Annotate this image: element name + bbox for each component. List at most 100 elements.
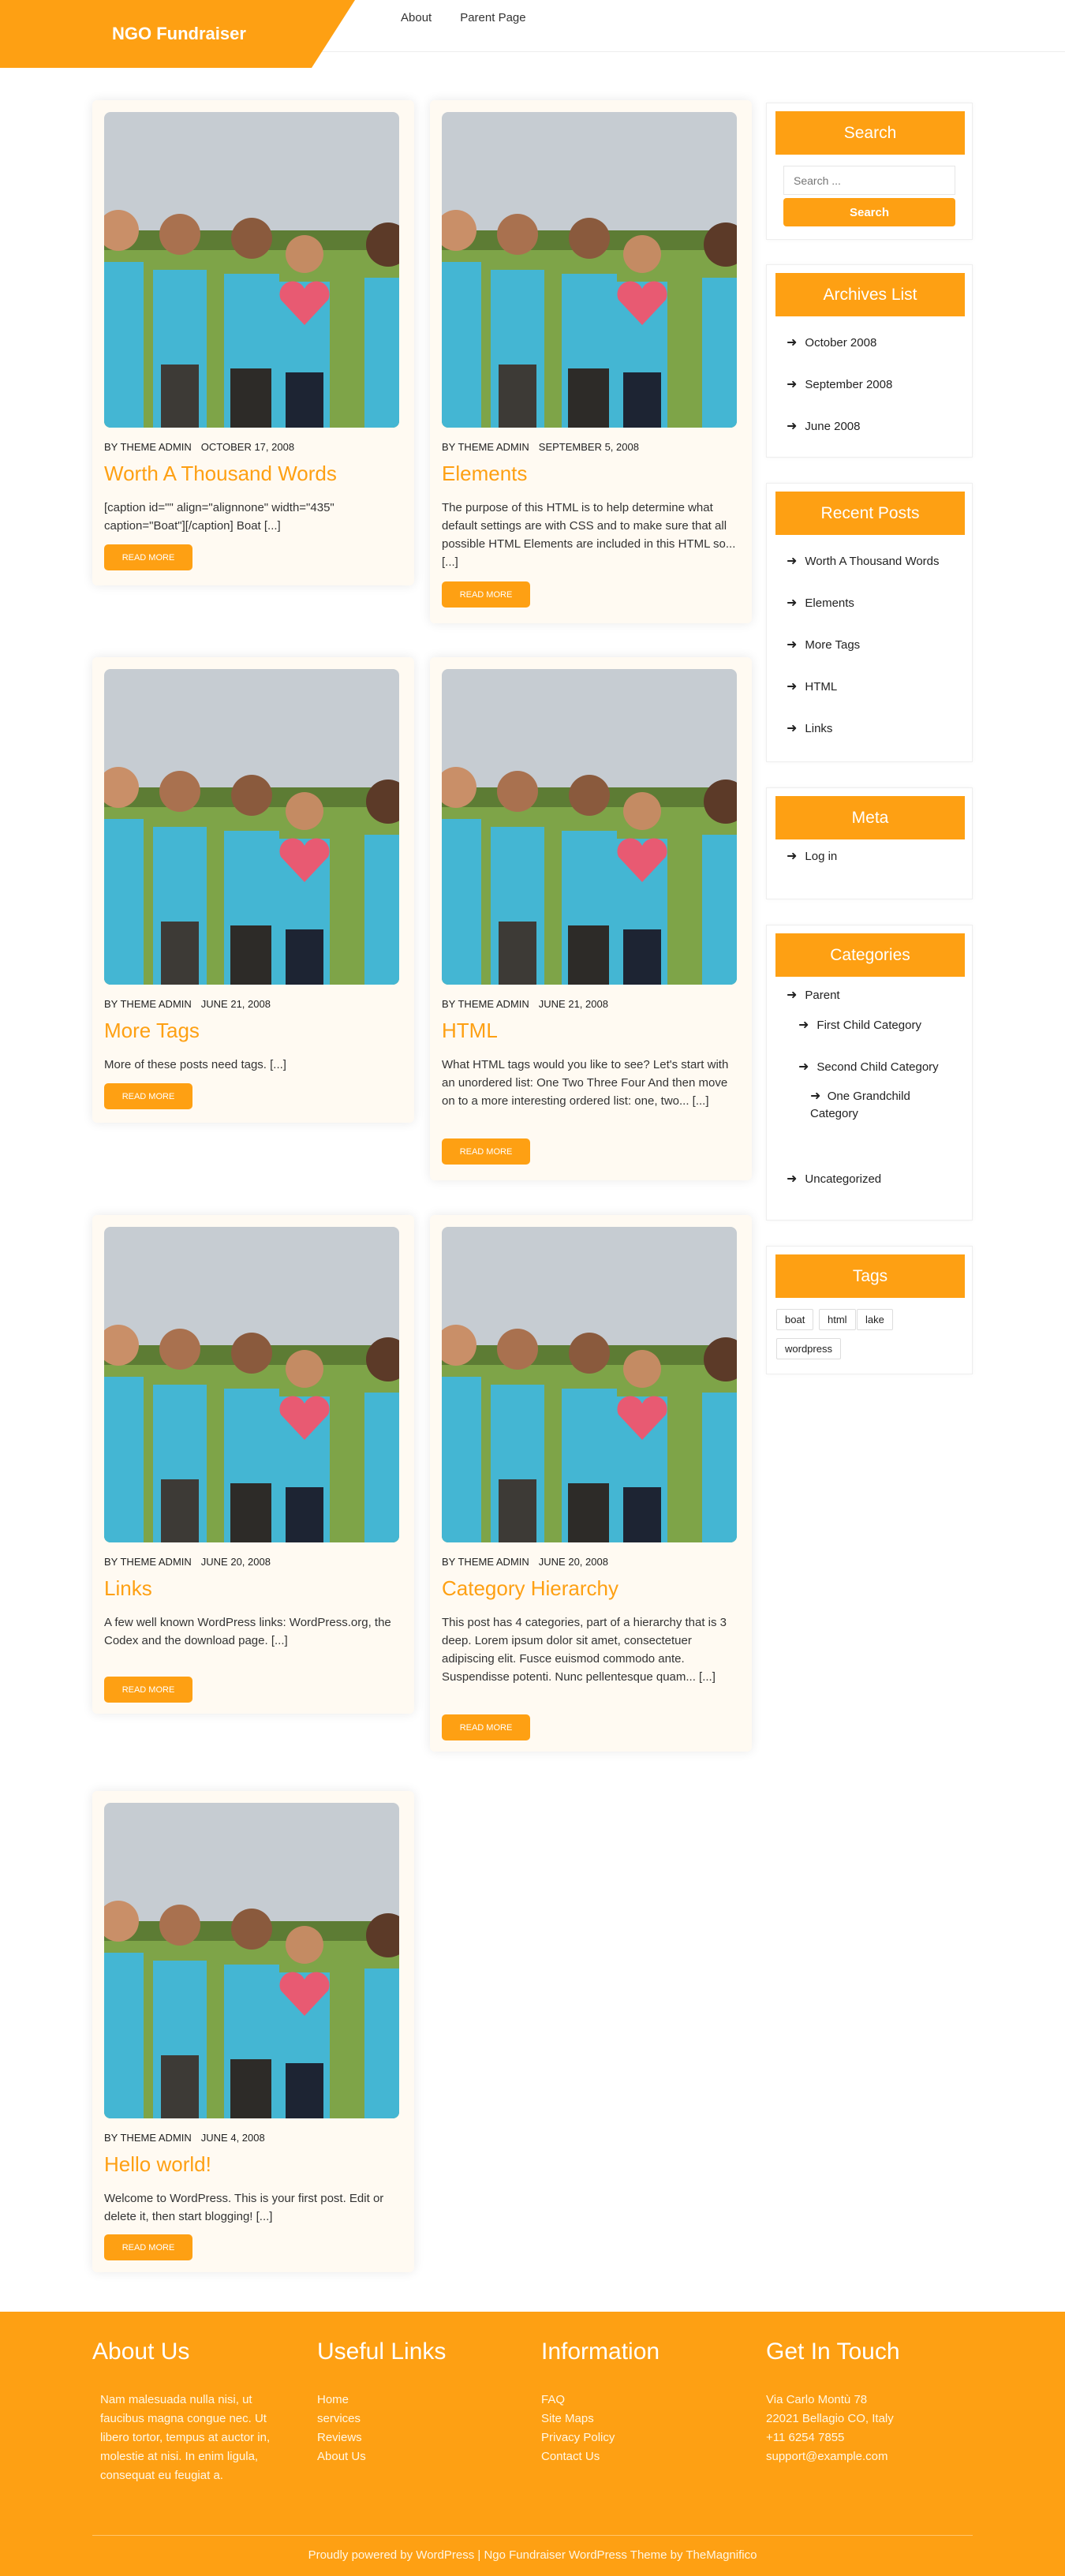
post-date[interactable]: JUNE 20, 2008 [539,1556,608,1568]
archive-link[interactable]: October 2008 [805,335,876,352]
footer-link[interactable]: Reviews [317,2428,522,2447]
footer-phone[interactable]: +11 6254 7855 [766,2428,971,2447]
post-image[interactable] [104,1803,399,2118]
post-image[interactable] [442,1227,737,1542]
category-link[interactable]: Uncategorized [805,1171,881,1188]
post-date[interactable]: SEPTEMBER 5, 2008 [539,441,639,453]
footer-information: Information FAQ Site Maps Privacy Policy… [541,2339,746,2466]
post-author[interactable]: BY THEME ADMIN [104,1556,192,1568]
post-date[interactable]: JUNE 21, 2008 [201,998,271,1010]
post-author[interactable]: BY THEME ADMIN [104,441,192,453]
meta-item[interactable]: ➜ Log in [787,848,837,866]
post-title[interactable]: Hello world! [104,2152,211,2177]
search-button[interactable]: Search [783,198,955,226]
archive-item[interactable]: ➜ June 2008 [787,418,860,436]
read-more-button[interactable]: READ MORE [104,1677,192,1703]
recent-post-link[interactable]: Worth A Thousand Words [805,553,939,570]
read-more-button[interactable]: READ MORE [104,1083,192,1109]
post-image[interactable] [104,112,399,428]
post-card: BY THEME ADMIN JUNE 21, 2008 More Tags Mo… [92,657,414,1123]
category-item[interactable]: ➜ First Child Category [798,1017,921,1034]
search-input[interactable] [783,166,955,195]
read-more-button[interactable]: READ MORE [442,1138,530,1165]
post-date[interactable]: JUNE 4, 2008 [201,2132,265,2144]
category-link[interactable]: Parent [805,987,839,1004]
footer-link[interactable]: Privacy Policy [541,2428,746,2447]
archive-link[interactable]: June 2008 [805,418,860,436]
post-author[interactable]: BY THEME ADMIN [442,998,529,1010]
post-title[interactable]: Category Hierarchy [442,1576,618,1601]
category-item[interactable]: ➜ Parent [787,987,840,1004]
read-more-button[interactable]: READ MORE [104,544,192,570]
footer-link[interactable]: Site Maps [541,2410,746,2428]
category-item[interactable]: ➜ One Grandchild Category [810,1088,944,1123]
footer-link[interactable]: Contact Us [541,2447,746,2466]
recent-post-link[interactable]: Links [805,720,832,738]
footer-email[interactable]: support@example.com [766,2447,971,2466]
post-image[interactable] [104,669,399,985]
post-card: BY THEME ADMIN JUNE 20, 2008 Links A few … [92,1215,414,1714]
post-title[interactable]: Elements [442,462,527,486]
nav-about[interactable]: About [401,11,432,24]
recent-post-item[interactable]: ➜ More Tags [787,637,860,654]
post-image[interactable] [442,112,737,428]
post-excerpt: The purpose of this HTML is to help dete… [442,501,736,569]
arrow-right-icon: ➜ [798,1019,809,1032]
category-link[interactable]: One Grandchild Category [810,1090,910,1120]
archive-item[interactable]: ➜ October 2008 [787,335,876,352]
post-author[interactable]: BY THEME ADMIN [104,998,192,1010]
category-item[interactable]: ➜ Second Child Category [798,1059,939,1076]
post-title[interactable]: HTML [442,1019,498,1043]
post-author[interactable]: BY THEME ADMIN [442,441,529,453]
arrow-right-icon: ➜ [810,1090,821,1103]
post-date[interactable]: JUNE 20, 2008 [201,1556,271,1568]
recent-post-item[interactable]: ➜ Worth A Thousand Words [787,553,940,570]
archive-item[interactable]: ➜ September 2008 [787,376,892,394]
recent-post-link[interactable]: Elements [805,595,854,612]
tag-link[interactable]: wordpress [776,1338,841,1359]
post-title[interactable]: Worth A Thousand Words [104,462,337,486]
post-meta: BY THEME ADMIN JUNE 20, 2008 [104,1556,271,1568]
recent-post-item[interactable]: ➜ Elements [787,595,854,612]
footer-about: About Us Nam malesuada nulla nisi, ut fa… [92,2339,297,2485]
arrow-right-icon: ➜ [787,420,798,433]
recent-post-link[interactable]: HTML [805,679,837,696]
arrow-right-icon: ➜ [787,850,798,863]
recent-post-item[interactable]: ➜ Links [787,720,832,738]
footer-heading: Get In Touch [766,2339,900,2365]
post-date[interactable]: JUNE 21, 2008 [539,998,608,1010]
post-title[interactable]: More Tags [104,1019,200,1043]
category-item[interactable]: ➜ Uncategorized [787,1171,881,1188]
post-title[interactable]: Links [104,1576,152,1601]
tag-link[interactable]: html [819,1309,856,1330]
widget-title: Categories [775,933,965,977]
site-logo[interactable]: NGO Fundraiser [0,0,355,68]
footer-contact: Get In Touch Via Carlo Montù 78 22021 Be… [766,2339,971,2466]
footer-link[interactable]: Home [317,2391,522,2410]
category-link[interactable]: First Child Category [816,1017,921,1034]
category-link[interactable]: Second Child Category [816,1059,938,1076]
tag-link[interactable]: boat [776,1309,814,1330]
site-title[interactable]: NGO Fundraiser [112,24,246,44]
post-meta: BY THEME ADMIN JUNE 21, 2008 [104,998,271,1010]
post-image[interactable] [442,669,737,985]
post-meta: BY THEME ADMIN OCTOBER 17, 2008 [104,441,294,453]
recent-post-item[interactable]: ➜ HTML [787,679,837,696]
read-more-button[interactable]: READ MORE [442,581,530,608]
post-date[interactable]: OCTOBER 17, 2008 [201,441,294,453]
read-more-button[interactable]: READ MORE [104,2234,192,2260]
tag-link[interactable]: lake [857,1309,893,1330]
post-author[interactable]: BY THEME ADMIN [442,1556,529,1568]
post-meta: BY THEME ADMIN JUNE 20, 2008 [442,1556,608,1568]
nav-parent-page[interactable]: Parent Page [460,11,525,24]
footer-link[interactable]: FAQ [541,2391,746,2410]
site-header: NGO Fundraiser About Parent Page [0,0,1065,68]
read-more-button[interactable]: READ MORE [442,1714,530,1740]
archive-link[interactable]: September 2008 [805,376,892,394]
footer-link[interactable]: About Us [317,2447,522,2466]
post-author[interactable]: BY THEME ADMIN [104,2132,192,2144]
post-image[interactable] [104,1227,399,1542]
footer-link[interactable]: services [317,2410,522,2428]
login-link[interactable]: Log in [805,848,837,866]
recent-post-link[interactable]: More Tags [805,637,860,654]
